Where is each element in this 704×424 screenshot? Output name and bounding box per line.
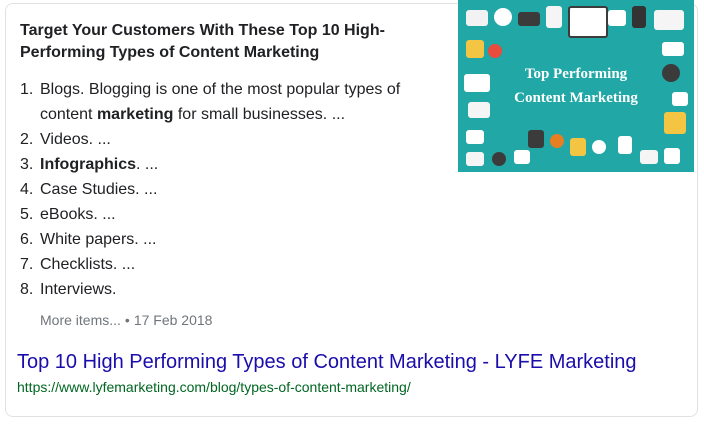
- list-item-text-part: marketing: [96, 106, 174, 123]
- phone-icon: [632, 6, 646, 28]
- list-item-text: eBooks. ...: [40, 202, 450, 227]
- decor-icon: [662, 42, 684, 56]
- snippet-date: 17 Feb 2018: [133, 312, 213, 328]
- chart-icon: [468, 102, 490, 118]
- list-item-text-part: for small businesses. ...: [173, 106, 346, 123]
- result-thumbnail-image[interactable]: Top Performing Content Marketing: [458, 0, 694, 172]
- snippet-title: Target Your Customers With These Top 10 …: [20, 22, 385, 61]
- list-item-number: 8.: [20, 281, 34, 298]
- list-item: 6. White papers. ...: [20, 227, 450, 252]
- list-item-number: 4.: [20, 181, 34, 198]
- snippet-meta: More items... • 17 Feb 2018: [40, 312, 212, 328]
- list-item-number: 5.: [20, 206, 34, 223]
- decor-icon: [608, 10, 626, 26]
- list-item: 2. Videos. ...: [20, 127, 450, 152]
- decor-icon: [654, 10, 684, 30]
- decor-icon: [514, 150, 530, 164]
- list-item-number: 1.: [20, 81, 34, 98]
- decor-icon: [662, 64, 680, 82]
- list-item: 4. Case Studies. ...: [20, 177, 450, 202]
- list-item-text: White papers. ...: [40, 227, 450, 252]
- list-item-text: Videos. ...: [40, 127, 450, 152]
- list-item: 5. eBooks. ...: [20, 202, 450, 227]
- list-item-text-part: Videos. ...: [40, 131, 111, 148]
- thumbnail-caption-line1: Top Performing: [524, 66, 628, 82]
- more-items-link[interactable]: More items...: [40, 312, 121, 328]
- list-item-text: Checklists. ...: [40, 252, 450, 277]
- list-item-text: Interviews.: [40, 277, 450, 302]
- list-item-text-part: Case Studies. ...: [40, 181, 158, 198]
- list-item-text-part: Infographics: [40, 156, 137, 173]
- list-item-text-part: Checklists. ...: [40, 256, 136, 273]
- target-icon: [488, 44, 502, 58]
- result-url[interactable]: https://www.lyfemarketing.com/blog/types…: [17, 379, 411, 395]
- list-item: 3. Infographics. ...: [20, 152, 450, 177]
- list-item-text-part: . ...: [136, 156, 159, 173]
- list-item: 8. Interviews.: [20, 277, 450, 302]
- decor-icon: [640, 150, 658, 164]
- snippet-list: 1. Blogs. Blogging is one of the most pop…: [20, 77, 450, 302]
- decor-icon: [466, 130, 484, 144]
- list-item: 7. Checklists. ...: [20, 252, 450, 277]
- cart-icon: [672, 92, 688, 106]
- list-item-number: 3.: [20, 156, 34, 173]
- decor-icon: [592, 140, 606, 154]
- decor-icon: [618, 136, 632, 154]
- decor-icon: [518, 12, 540, 26]
- list-item-text: Blogs. Blogging is one of the most popul…: [40, 77, 450, 127]
- decor-icon: [528, 130, 544, 148]
- result-link-title[interactable]: Top 10 High Performing Types of Content …: [17, 351, 637, 374]
- list-item-text: Case Studies. ...: [40, 177, 450, 202]
- list-item-number: 6.: [20, 231, 34, 248]
- list-item-number: 2.: [20, 131, 34, 148]
- list-item-text-part: Interviews.: [40, 281, 117, 298]
- list-item-text-part: White papers. ...: [40, 231, 157, 248]
- decor-icon: [570, 138, 586, 156]
- decor-icon: [466, 10, 488, 26]
- meta-separator: •: [124, 312, 130, 328]
- thumbnail-caption-line2: Content Marketing: [514, 90, 638, 106]
- decor-icon: [466, 40, 484, 58]
- monitor-icon: [568, 6, 608, 38]
- decor-icon: [546, 6, 562, 28]
- list-item-text: Infographics. ...: [40, 152, 450, 177]
- decor-icon: [466, 152, 484, 166]
- decor-icon: [664, 112, 686, 134]
- decor-icon: [664, 148, 680, 164]
- decor-icon: [550, 134, 564, 148]
- list-item-text-part: eBooks. ...: [40, 206, 116, 223]
- list-item-number: 7.: [20, 256, 34, 273]
- decor-icon: [492, 152, 506, 166]
- thumbnail-caption: Top Performing Content Marketing: [500, 62, 652, 110]
- decor-icon: [494, 8, 512, 26]
- list-item: 1. Blogs. Blogging is one of the most pop…: [20, 77, 450, 127]
- decor-icon: [464, 74, 490, 92]
